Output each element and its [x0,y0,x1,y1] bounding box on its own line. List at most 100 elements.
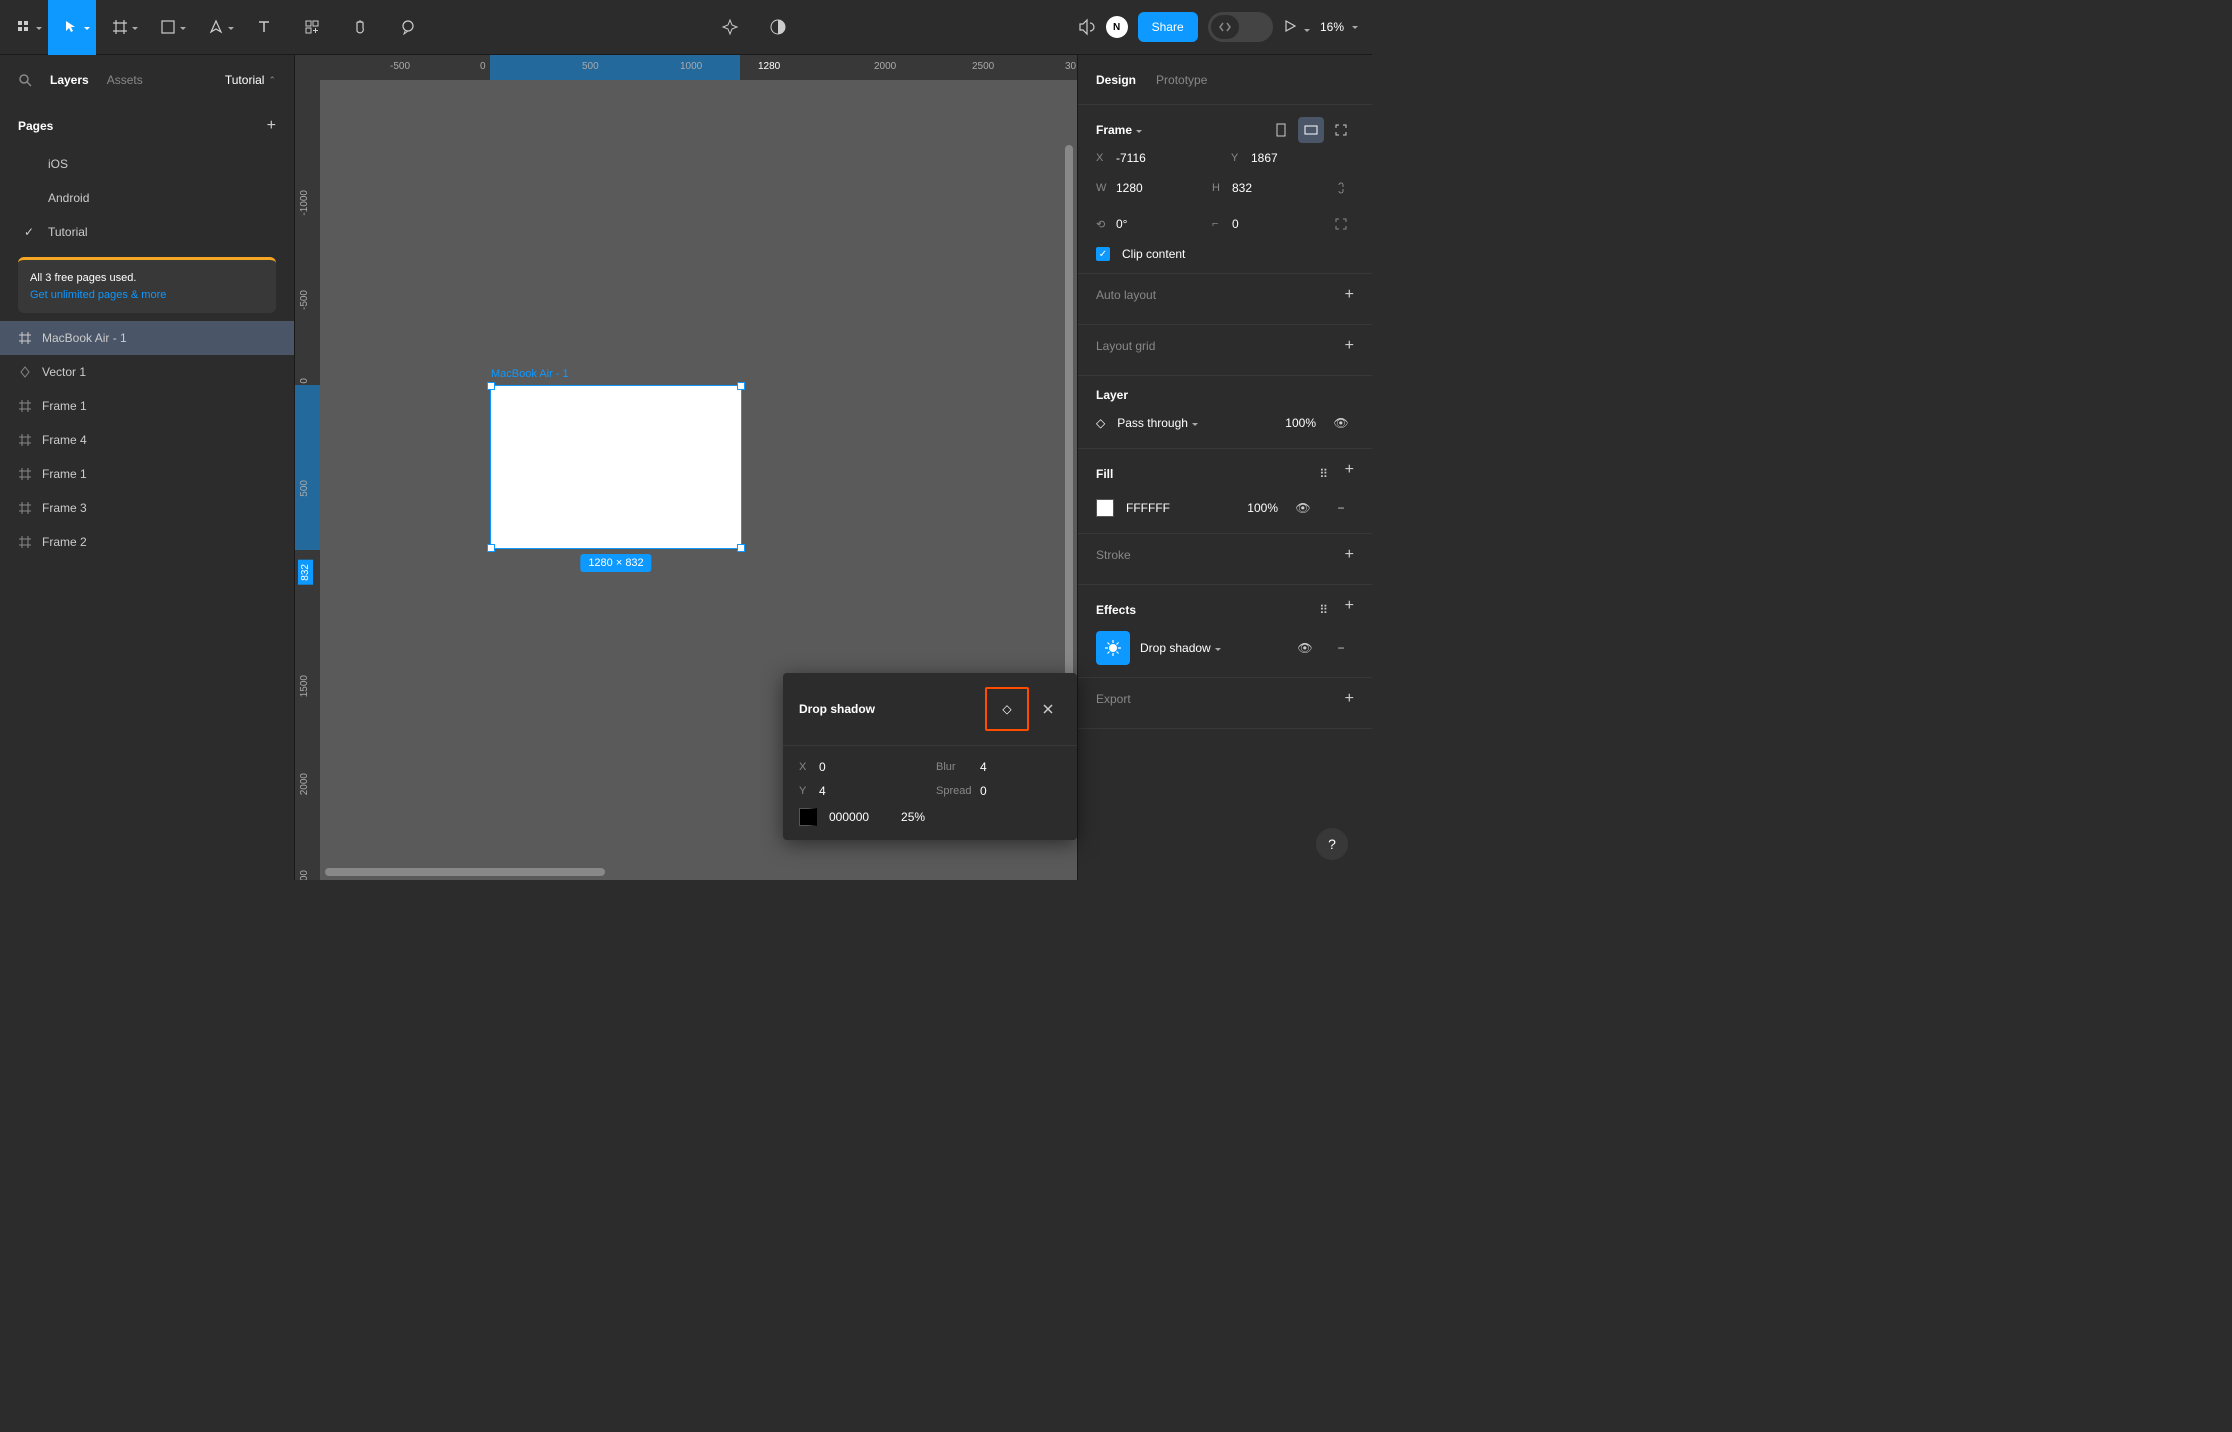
layout-grid-title: Layout grid [1096,339,1155,353]
portrait-orientation[interactable] [1268,117,1294,143]
page-item-android[interactable]: Android [0,181,294,215]
add-layout-grid[interactable] [1345,337,1354,355]
resources-tool[interactable] [288,0,336,55]
effect-settings-button[interactable] [1096,631,1130,665]
landscape-orientation[interactable] [1298,117,1324,143]
page-item-tutorial[interactable]: Tutorial [0,215,294,249]
corner-input[interactable]: 0 [1232,217,1292,231]
shadow-blur-input[interactable]: 4 [980,760,1040,774]
right-panel: Design Prototype Frame X-7116 Y1867 W128… [1077,55,1372,880]
effect-visibility-icon[interactable]: 👁 [1292,635,1318,661]
pages-header: Pages [18,119,53,133]
add-effect[interactable] [1345,597,1354,623]
present-button[interactable] [1283,19,1310,36]
effect-type-dropdown[interactable]: Drop shadow [1140,641,1221,655]
layer-frame1b[interactable]: Frame 1 [0,457,294,491]
shape-tool[interactable] [144,0,192,55]
effects-styles-icon[interactable]: ⠿ [1311,597,1337,623]
comment-tool[interactable] [384,0,432,55]
selected-frame[interactable]: MacBook Air - 1 1280 × 832 [490,385,742,549]
independent-corners-icon[interactable] [1328,211,1354,237]
prototype-tab[interactable]: Prototype [1156,73,1207,87]
page-item-ios[interactable]: iOS [0,147,294,181]
left-panel: Layers Assets Tutorial ⌃ Pages iOS Andro… [0,55,295,880]
add-page-button[interactable] [267,117,276,135]
resize-handle-br[interactable] [737,544,745,552]
layer-title: Layer [1096,388,1128,402]
fill-hex-input[interactable]: FFFFFF [1126,501,1170,515]
rotation-input[interactable]: 0° [1116,217,1176,231]
fill-opacity-input[interactable]: 100% [1247,501,1278,515]
fill-styles-icon[interactable]: ⠿ [1311,461,1337,487]
search-icon[interactable] [18,73,32,87]
add-stroke[interactable] [1345,546,1354,564]
stroke-title: Stroke [1096,548,1131,562]
remove-fill-icon[interactable]: − [1328,495,1354,521]
layer-vector1[interactable]: Vector 1 [0,355,294,389]
layers-tab[interactable]: Layers [50,73,89,87]
layer-frame1a[interactable]: Frame 1 [0,389,294,423]
frame-icon [18,501,32,515]
user-avatar[interactable]: N [1106,16,1128,38]
canvas-scrollbar-h[interactable] [325,868,895,876]
fill-swatch[interactable] [1096,499,1114,517]
assets-tab[interactable]: Assets [107,73,143,87]
resize-handle-tl[interactable] [487,382,495,390]
frame-icon [18,467,32,481]
shadow-y-input[interactable]: 4 [819,784,879,798]
blend-mode-dropdown[interactable]: Pass through [1117,416,1198,430]
layer-frame2[interactable]: Frame 2 [0,525,294,559]
frame-label[interactable]: MacBook Air - 1 [491,368,569,380]
frame-dropdown[interactable]: Frame [1096,123,1142,137]
blend-mode-popup-icon[interactable]: ◇ [985,687,1029,731]
hand-tool[interactable] [336,0,384,55]
dark-mode-toggle[interactable] [762,0,794,55]
ai-tool[interactable] [714,0,746,55]
height-input[interactable]: 832 [1232,181,1292,195]
resize-handle-tr[interactable] [737,382,745,390]
width-input[interactable]: 1280 [1116,181,1176,195]
main-toolbar: N Share 16% [0,0,1372,55]
zoom-level[interactable]: 16% [1320,20,1358,34]
file-name-dropdown[interactable]: Tutorial ⌃ [225,73,276,87]
figma-menu-button[interactable] [0,0,48,55]
add-export[interactable] [1345,690,1354,708]
dev-mode-toggle[interactable] [1208,12,1273,42]
corner-icon: ⌐ [1212,218,1226,230]
shadow-opacity-input[interactable]: 25% [901,810,925,824]
popup-title: Drop shadow [799,702,875,716]
constrain-proportions-icon[interactable] [1328,175,1354,201]
upgrade-link[interactable]: Get unlimited pages & more [30,287,264,304]
text-tool[interactable] [240,0,288,55]
resize-fit-icon[interactable] [1328,117,1354,143]
add-auto-layout[interactable] [1345,286,1354,304]
layer-frame3[interactable]: Frame 3 [0,491,294,525]
frame-tool[interactable] [96,0,144,55]
x-input[interactable]: -7116 [1116,151,1176,165]
shadow-x-input[interactable]: 0 [819,760,879,774]
fill-visibility-icon[interactable]: 👁 [1290,495,1316,521]
audio-icon[interactable] [1076,17,1096,37]
blend-mode-icon: ◇ [1096,416,1105,430]
canvas-scrollbar-v[interactable] [1065,145,1073,705]
remove-effect-icon[interactable]: − [1328,635,1354,661]
shadow-color-input[interactable]: 000000 [829,810,869,824]
vertical-ruler: -1000 -500 0 500 832 1500 2000 2500 [295,80,320,880]
clip-content-checkbox[interactable]: ✓ [1096,247,1110,261]
move-tool[interactable] [48,0,96,55]
design-tab[interactable]: Design [1096,73,1136,87]
share-button[interactable]: Share [1138,12,1198,42]
close-popup-icon[interactable] [1035,696,1061,722]
help-button[interactable]: ? [1316,828,1348,860]
upgrade-banner: All 3 free pages used. Get unlimited pag… [18,257,276,313]
y-input[interactable]: 1867 [1251,151,1311,165]
layer-macbook[interactable]: MacBook Air - 1 [0,321,294,355]
shadow-color-swatch[interactable] [799,808,817,826]
shadow-spread-input[interactable]: 0 [980,784,1040,798]
visibility-icon[interactable]: 👁 [1328,410,1354,436]
layer-frame4[interactable]: Frame 4 [0,423,294,457]
pen-tool[interactable] [192,0,240,55]
layer-opacity-input[interactable]: 100% [1285,416,1316,430]
resize-handle-bl[interactable] [487,544,495,552]
add-fill[interactable] [1345,461,1354,487]
